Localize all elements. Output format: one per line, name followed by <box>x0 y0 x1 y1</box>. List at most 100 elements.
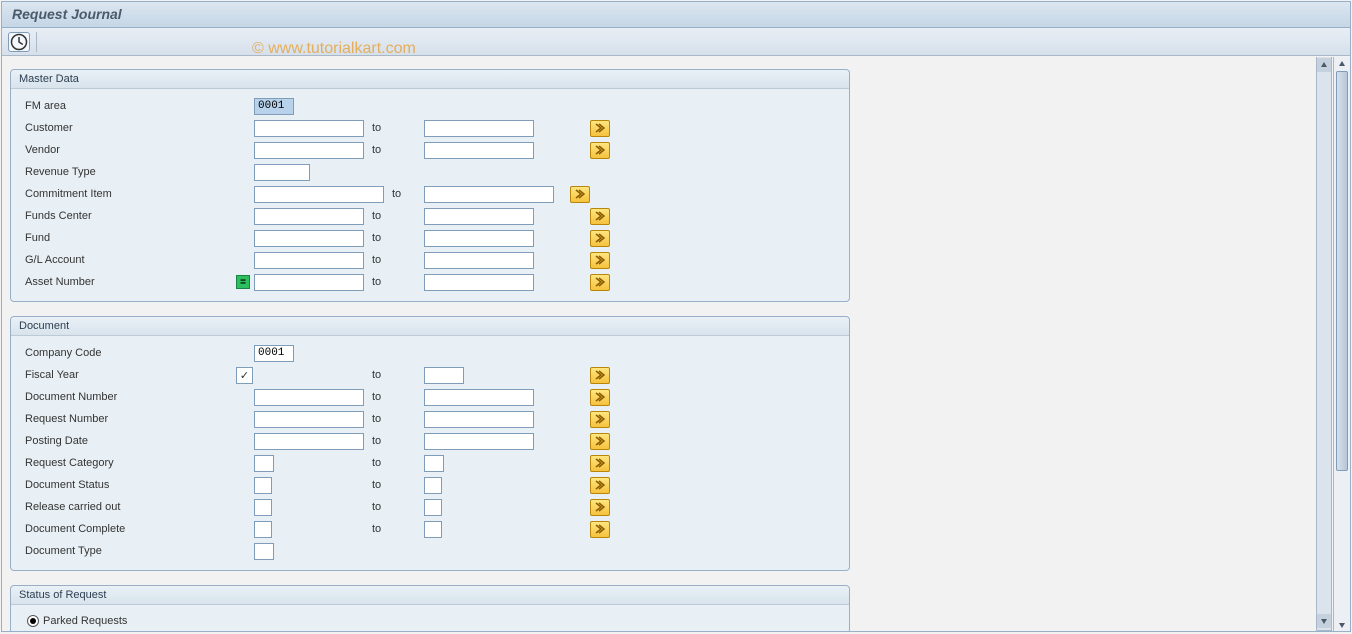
asset-number-from-input[interactable] <box>254 274 364 291</box>
req-number-label: Request Number <box>21 413 236 425</box>
posting-date-to-input[interactable] <box>424 433 534 450</box>
release-to-input[interactable] <box>424 499 442 516</box>
gl-account-to-input[interactable] <box>424 252 534 269</box>
commitment-item-to-input[interactable] <box>424 186 554 203</box>
gl-account-from-input[interactable] <box>254 252 364 269</box>
arrow-right-icon <box>595 436 605 446</box>
arrow-right-icon <box>595 480 605 490</box>
doc-status-label: Document Status <box>21 479 236 491</box>
gl-account-multiselect-button[interactable] <box>590 252 610 269</box>
doc-complete-from-input[interactable] <box>254 521 272 538</box>
title-bar: Request Journal <box>2 2 1350 28</box>
to-label: to <box>364 369 424 381</box>
clock-execute-icon <box>9 32 29 52</box>
arrow-right-icon <box>595 123 605 133</box>
content-area: Master Data FM area Customer to <box>2 57 1335 631</box>
asset-number-label: Asset Number <box>21 276 236 288</box>
fund-multiselect-button[interactable] <box>590 230 610 247</box>
fund-to-input[interactable] <box>424 230 534 247</box>
arrow-right-icon <box>595 255 605 265</box>
equal-sign-indicator[interactable]: = <box>236 275 250 289</box>
parked-requests-radio[interactable] <box>27 615 39 627</box>
doc-number-to-input[interactable] <box>424 389 534 406</box>
doc-type-input[interactable] <box>254 543 274 560</box>
commitment-item-multiselect-button[interactable] <box>570 186 590 203</box>
req-number-to-input[interactable] <box>424 411 534 428</box>
vendor-label: Vendor <box>21 144 236 156</box>
scrollbar-thumb[interactable] <box>1336 71 1348 471</box>
vendor-from-input[interactable] <box>254 142 364 159</box>
scroll-down-arrow-icon[interactable] <box>1334 618 1349 631</box>
customer-from-input[interactable] <box>254 120 364 137</box>
doc-number-multiselect-button[interactable] <box>590 389 610 406</box>
doc-number-label: Document Number <box>21 391 236 403</box>
revenue-type-input[interactable] <box>254 164 310 181</box>
doc-status-from-input[interactable] <box>254 477 272 494</box>
arrow-right-icon <box>595 392 605 402</box>
to-label: to <box>364 232 424 244</box>
asset-number-multiselect-button[interactable] <box>590 274 610 291</box>
group-master-data: Master Data FM area Customer to <box>10 69 850 302</box>
release-multiselect-button[interactable] <box>590 499 610 516</box>
group-title-document: Document <box>11 317 849 336</box>
page-title: Request Journal <box>12 6 122 22</box>
execute-button[interactable] <box>8 32 30 52</box>
doc-status-to-input[interactable] <box>424 477 442 494</box>
req-number-multiselect-button[interactable] <box>590 411 610 428</box>
to-label: to <box>364 413 424 425</box>
inner-vertical-scrollbar[interactable] <box>1316 57 1332 631</box>
doc-status-multiselect-button[interactable] <box>590 477 610 494</box>
funds-center-to-input[interactable] <box>424 208 534 225</box>
customer-label: Customer <box>21 122 236 134</box>
scroll-up-arrow-icon[interactable] <box>1317 58 1331 72</box>
vendor-to-input[interactable] <box>424 142 534 159</box>
req-number-from-input[interactable] <box>254 411 364 428</box>
arrow-right-icon <box>595 233 605 243</box>
fund-label: Fund <box>21 232 236 244</box>
funds-center-from-input[interactable] <box>254 208 364 225</box>
funds-center-multiselect-button[interactable] <box>590 208 610 225</box>
group-title-master: Master Data <box>11 70 849 89</box>
vendor-multiselect-button[interactable] <box>590 142 610 159</box>
scroll-down-arrow-icon[interactable] <box>1317 614 1331 628</box>
req-category-from-input[interactable] <box>254 455 274 472</box>
fiscal-year-multiselect-button[interactable] <box>590 367 610 384</box>
fm-area-input[interactable] <box>254 98 294 115</box>
company-code-label: Company Code <box>21 347 236 359</box>
arrow-right-icon <box>595 524 605 534</box>
doc-complete-multiselect-button[interactable] <box>590 521 610 538</box>
group-title-status: Status of Request <box>11 586 849 605</box>
revenue-type-label: Revenue Type <box>21 166 236 178</box>
to-label: to <box>384 188 424 200</box>
doc-number-from-input[interactable] <box>254 389 364 406</box>
fund-from-input[interactable] <box>254 230 364 247</box>
app-toolbar <box>2 28 1350 56</box>
req-category-to-input[interactable] <box>424 455 444 472</box>
req-category-label: Request Category <box>21 457 236 469</box>
commitment-item-from-input[interactable] <box>254 186 384 203</box>
req-category-multiselect-button[interactable] <box>590 455 610 472</box>
outer-vertical-scrollbar[interactable] <box>1333 57 1350 631</box>
customer-to-input[interactable] <box>424 120 534 137</box>
scroll-up-arrow-icon[interactable] <box>1334 57 1349 70</box>
to-label: to <box>364 276 424 288</box>
company-code-input[interactable] <box>254 345 294 362</box>
commitment-item-label: Commitment Item <box>21 188 236 200</box>
to-label: to <box>364 122 424 134</box>
posting-date-multiselect-button[interactable] <box>590 433 610 450</box>
posting-date-from-input[interactable] <box>254 433 364 450</box>
customer-multiselect-button[interactable] <box>590 120 610 137</box>
release-from-input[interactable] <box>254 499 272 516</box>
to-label: to <box>364 501 424 513</box>
to-label: to <box>364 435 424 447</box>
arrow-right-icon <box>595 277 605 287</box>
to-label: to <box>364 391 424 403</box>
to-label: to <box>364 144 424 156</box>
gl-account-label: G/L Account <box>21 254 236 266</box>
group-status: Status of Request Parked Requests <box>10 585 850 631</box>
fiscal-year-to-input[interactable] <box>424 367 464 384</box>
fm-area-label: FM area <box>21 100 236 112</box>
fiscal-year-checkmark[interactable]: ✓ <box>236 367 253 384</box>
asset-number-to-input[interactable] <box>424 274 534 291</box>
doc-complete-to-input[interactable] <box>424 521 442 538</box>
